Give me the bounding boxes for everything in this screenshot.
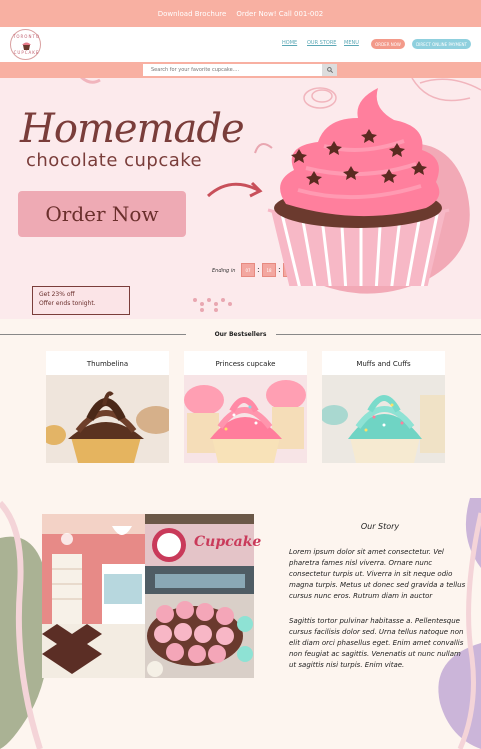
download-brochure-link[interactable]: Download Brochure: [158, 10, 227, 18]
search-input[interactable]: [143, 64, 323, 76]
product-image: [184, 375, 307, 463]
order-now-pill-button[interactable]: ORDER NOW: [371, 39, 405, 49]
our-story-section: Cupcake Our Story Lorem ipsum dolor sit …: [0, 498, 481, 749]
search-button[interactable]: [322, 64, 337, 76]
hero-banner: Homemade chocolate cupcake Order Now Get…: [0, 78, 481, 319]
search-icon: [326, 67, 333, 73]
discount-offer-badge: Get 23% off Offer ends tonight.: [32, 286, 130, 315]
product-name: Muffs and Cuffs: [356, 360, 411, 368]
hero-subtitle: chocolate cupcake: [26, 150, 203, 171]
offer-line-1: Get 23% off: [39, 291, 75, 298]
story-paragraph-1: Lorem ipsum dolor sit amet consectetur. …: [289, 548, 466, 600]
product-image: [46, 375, 169, 463]
product-name: Thumbelina: [86, 360, 129, 368]
bakery-interior-photo: [42, 514, 145, 678]
top-bar: Download Brochure Order Now! Call 001-00…: [0, 0, 481, 27]
product-card-thumbelina[interactable]: Thumbelina: [46, 351, 169, 463]
cupcake-logo-icon: [22, 42, 31, 50]
hero-title: Homemade: [20, 106, 245, 152]
nav-home[interactable]: HOME: [282, 40, 297, 46]
cupcake-sign-photo: [145, 514, 254, 594]
hero-order-now-button[interactable]: Order Now: [18, 191, 186, 237]
nav-menu[interactable]: MENU: [344, 40, 359, 46]
logo[interactable]: TORONTO CUPCAKE: [10, 29, 41, 60]
countdown-hours: 07: [241, 263, 255, 277]
product-name: Princess cupcake: [215, 360, 276, 368]
countdown-separator: :: [257, 265, 260, 274]
product-card-princess-cupcake[interactable]: Princess cupcake: [184, 351, 307, 463]
logo-text-bottom: CUPCAKE: [13, 50, 40, 55]
bestsellers-section: Our Bestsellers Thumbelina Princess cupc…: [0, 319, 481, 498]
offer-line-2: Offer ends tonight.: [39, 300, 96, 307]
order-call-text: Order Now! Call 001-002: [236, 9, 324, 18]
our-story-title: Our Story: [360, 522, 400, 531]
site-header: TORONTO CUPCAKE HOME OUR STORE MENU ORDE…: [0, 27, 481, 62]
story-paragraph-2: Sagittis tortor pulvinar habitasse a. Pe…: [289, 617, 464, 669]
cupcake-sign-text: Cupcake: [194, 534, 262, 550]
direct-online-payment-button[interactable]: DIRECT ONLINE PAYMENT: [412, 39, 471, 49]
search-bar: [0, 62, 481, 78]
nav-our-store[interactable]: OUR STORE: [307, 40, 336, 46]
product-card-muffs-and-cuffs[interactable]: Muffs and Cuffs: [322, 351, 445, 463]
hero-cupcake-image: [267, 88, 450, 286]
logo-text-top: TORONTO: [12, 34, 41, 39]
cupcakes-display-photo: [145, 594, 254, 678]
ending-in-label: Ending in: [212, 268, 236, 274]
product-image: [322, 375, 445, 463]
divider-right: [276, 334, 481, 335]
